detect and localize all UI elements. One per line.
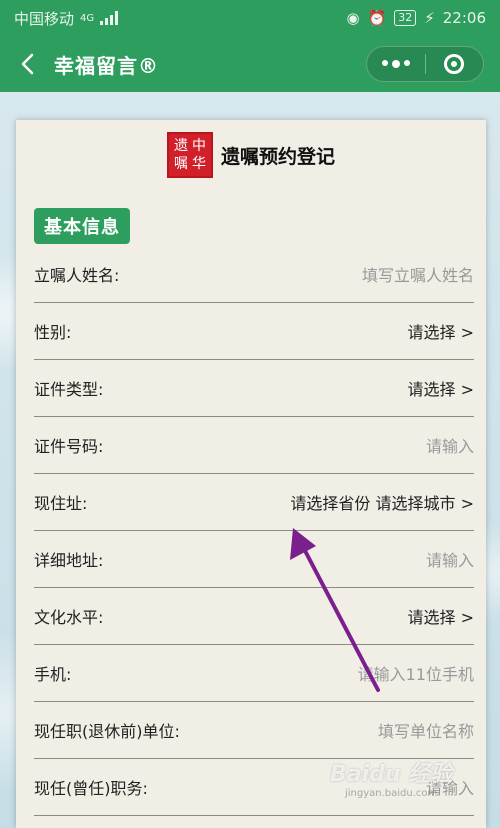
field-current-address[interactable]: 现住址: 请选择省份 请选择城市 > (34, 474, 474, 531)
network-label: 4G (80, 12, 95, 24)
field-input[interactable]: 请输入11位手机 (358, 661, 474, 685)
section-label: 基本信息 (34, 208, 130, 244)
leaf-icon: ⚡ (424, 9, 435, 27)
field-label: 立嘱人姓名: (34, 266, 120, 285)
field-select[interactable]: 请选择 > (408, 376, 475, 400)
field-select[interactable]: 请选择省份 请选择城市 > (290, 490, 474, 514)
field-select[interactable]: 请选择 > (408, 319, 475, 343)
form-card: 遗 中 嘱 华 遗嘱预约登记 基本信息 立嘱人姓名: 填写立嘱人姓名 性别: 请… (16, 120, 486, 828)
back-button[interactable] (0, 36, 54, 92)
field-id-number[interactable]: 证件号码: 请输入 (34, 417, 474, 474)
field-select[interactable]: 请选择 > (408, 604, 475, 628)
field-label: 现任(曾任)职务: (34, 779, 148, 798)
card-title: 遗嘱预约登记 (220, 145, 335, 168)
field-label: 文化水平: (34, 608, 104, 627)
card-header: 遗 中 嘱 华 遗嘱预约登记 (16, 130, 486, 180)
more-button[interactable] (367, 47, 425, 81)
chevron-left-icon (21, 53, 34, 75)
field-label: 证件类型: (34, 380, 104, 399)
more-dots-icon (381, 60, 410, 68)
eye-icon: ◉ (346, 9, 360, 27)
watermark: Baidu 经验 jingyan.baidu.com (330, 762, 453, 799)
field-input[interactable]: 填写立嘱人姓名 (362, 262, 474, 286)
status-bar: 中国移动 4G ◉ ⏰ 32 ⚡ 22:06 (0, 0, 500, 36)
field-input[interactable]: 请输入 (426, 547, 474, 571)
close-miniapp-button[interactable] (425, 47, 483, 81)
field-label: 详细地址: (34, 551, 104, 570)
field-label: 现住址: (34, 494, 88, 513)
battery-icon: 32 (394, 10, 417, 26)
field-id-type[interactable]: 证件类型: 请选择 > (34, 360, 474, 417)
carrier-label: 中国移动 (14, 9, 75, 28)
field-gender[interactable]: 性别: 请选择 > (34, 303, 474, 360)
nav-bar: 幸福留言® (0, 36, 500, 92)
field-label: 现任职(退休前)单位: (34, 722, 180, 741)
target-icon (444, 54, 465, 74)
field-phone[interactable]: 手机: 请输入11位手机 (34, 645, 474, 702)
field-education[interactable]: 文化水平: 请选择 > (34, 588, 474, 645)
nav-title: 幸福留言® (54, 53, 159, 78)
field-label: 性别: (34, 323, 72, 342)
field-input[interactable]: 填写单位名称 (378, 718, 474, 742)
clock-time: 22:06 (442, 9, 486, 27)
field-testator-name[interactable]: 立嘱人姓名: 填写立嘱人姓名 (34, 246, 474, 303)
signal-icon (100, 11, 119, 25)
seal-logo: 遗 中 嘱 华 (166, 132, 213, 178)
field-label: 证件号码: (34, 437, 104, 456)
field-detail-address[interactable]: 详细地址: 请输入 (34, 531, 474, 588)
field-input[interactable]: 请输入 (426, 433, 474, 457)
alarm-icon: ⏰ (367, 9, 387, 27)
field-employer[interactable]: 现任职(退休前)单位: 填写单位名称 (34, 702, 474, 759)
field-label: 手机: (34, 665, 72, 684)
miniapp-capsule (366, 46, 484, 82)
